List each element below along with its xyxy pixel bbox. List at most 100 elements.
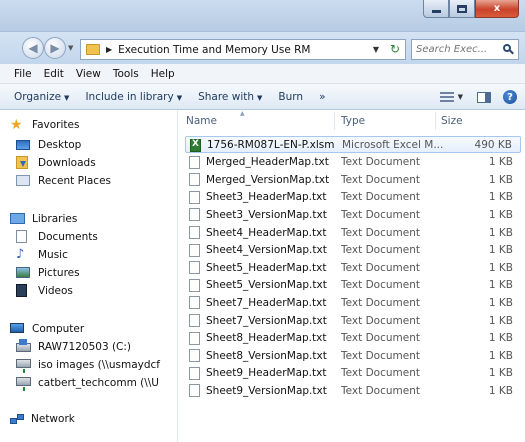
nav-downloads[interactable]: Downloads <box>16 154 96 172</box>
maximize-button[interactable] <box>449 0 475 18</box>
nav-desktop-label: Desktop <box>38 139 82 151</box>
text-file-icon <box>189 331 200 345</box>
chevron-down-icon: ▼ <box>257 93 263 102</box>
forward-button[interactable]: ▶ <box>44 37 66 59</box>
nav-iso-images[interactable]: iso images (\\usmaydcf <box>16 356 160 374</box>
file-type: Text Document <box>341 279 420 292</box>
file-size: 1 KB <box>488 173 513 186</box>
desktop-icon <box>16 140 30 150</box>
close-button[interactable]: x <box>475 0 519 18</box>
minimize-icon <box>431 9 441 13</box>
back-button[interactable]: ◀ <box>22 37 44 59</box>
file-row[interactable]: 1756-RM087L-EN-P.xlsm Microsoft Excel M..… <box>185 136 521 153</box>
nav-libraries-label: Libraries <box>32 213 78 225</box>
menu-edit[interactable]: Edit <box>38 68 70 80</box>
file-row[interactable]: Sheet3_VersionMap.txt Text Document 1 KB <box>185 206 521 223</box>
more-commands-button[interactable]: » <box>311 91 333 103</box>
preview-pane-icon[interactable] <box>477 91 491 103</box>
nav-music[interactable]: ♪ Music <box>16 246 68 264</box>
videos-icon <box>16 284 27 297</box>
search-box[interactable] <box>411 39 519 60</box>
text-file-icon <box>189 190 200 204</box>
file-row[interactable]: Sheet7_VersionMap.txt Text Document 1 KB <box>185 312 521 329</box>
share-with-button[interactable]: Share with ▼ <box>190 91 270 103</box>
help-icon[interactable]: ? <box>503 90 517 104</box>
search-icon[interactable] <box>503 44 514 55</box>
command-bar: Organize ▼ Include in library ▼ Share with… <box>0 84 525 110</box>
nav-videos[interactable]: Videos <box>16 282 73 300</box>
nav-desktop[interactable]: Desktop <box>16 136 81 154</box>
search-input[interactable] <box>416 44 500 55</box>
file-name: Sheet8_HeaderMap.txt <box>206 332 327 345</box>
file-size: 1 KB <box>488 279 513 292</box>
column-header-name[interactable]: ▲ Name <box>186 110 334 132</box>
file-name: Sheet9_VersionMap.txt <box>206 384 327 397</box>
organize-button[interactable]: Organize ▼ <box>6 91 77 103</box>
file-type: Text Document <box>341 191 420 204</box>
nav-libraries[interactable]: Libraries <box>10 210 77 228</box>
file-row[interactable]: Sheet9_HeaderMap.txt Text Document 1 KB <box>185 365 521 382</box>
caption-buttons: x <box>423 0 519 18</box>
file-size: 1 KB <box>488 367 513 380</box>
address-dropdown-icon[interactable]: ▼ <box>373 45 379 54</box>
menu-view[interactable]: View <box>70 68 107 80</box>
file-type: Text Document <box>341 349 420 362</box>
nav-iso-images-label: iso images (\\usmaydcf <box>38 359 160 371</box>
refresh-icon[interactable]: ↻ <box>390 42 400 56</box>
chevron-down-icon: ▼ <box>64 93 70 102</box>
breadcrumb-arrow-icon[interactable]: ▶ <box>106 45 112 54</box>
nav-favorites[interactable]: ★ Favorites <box>10 116 79 134</box>
share-with-label: Share with <box>198 90 255 103</box>
file-name: Sheet4_HeaderMap.txt <box>206 226 327 239</box>
view-options-dropdown-icon[interactable]: ▼ <box>458 93 463 101</box>
nav-documents[interactable]: Documents <box>16 228 98 246</box>
file-type: Text Document <box>341 314 420 327</box>
file-size: 1 KB <box>488 191 513 204</box>
file-row[interactable]: Sheet8_VersionMap.txt Text Document 1 KB <box>185 347 521 364</box>
text-file-icon <box>189 226 200 239</box>
nav-recent-places[interactable]: Recent Places <box>16 172 111 190</box>
file-type: Text Document <box>341 384 420 397</box>
menu-tools[interactable]: Tools <box>107 68 145 80</box>
menu-file[interactable]: File <box>8 68 38 80</box>
nav-network[interactable]: Network <box>10 410 75 428</box>
file-name: Sheet4_VersionMap.txt <box>206 244 327 257</box>
change-view-icon[interactable] <box>439 92 454 102</box>
file-size: 1 KB <box>488 296 513 309</box>
address-bar[interactable]: ▶ Execution Time and Memory Use RM ▼ ↻ <box>80 39 406 60</box>
file-row[interactable]: Merged_HeaderMap.txt Text Document 1 KB <box>185 154 521 171</box>
file-row[interactable]: Sheet3_HeaderMap.txt Text Document 1 KB <box>185 189 521 206</box>
nav-pictures[interactable]: Pictures <box>16 264 80 282</box>
burn-button[interactable]: Burn <box>270 91 311 103</box>
column-divider[interactable] <box>435 112 436 130</box>
include-in-library-label: Include in library <box>85 90 174 103</box>
file-row[interactable]: Sheet5_VersionMap.txt Text Document 1 KB <box>185 277 521 294</box>
file-size: 1 KB <box>488 314 513 327</box>
file-row[interactable]: Merged_VersionMap.txt Text Document 1 KB <box>185 171 521 188</box>
file-row[interactable]: Sheet8_HeaderMap.txt Text Document 1 KB <box>185 330 521 347</box>
file-size: 1 KB <box>488 244 513 257</box>
breadcrumb-current-folder[interactable]: Execution Time and Memory Use RM <box>118 44 310 56</box>
navigation-row: ◀ ▶ ▼ ▶ Execution Time and Memory Use RM… <box>0 32 525 64</box>
recent-places-icon <box>16 175 30 186</box>
menu-help[interactable]: Help <box>145 68 181 80</box>
nav-favorites-label: Favorites <box>32 119 80 131</box>
computer-icon <box>10 323 24 333</box>
include-in-library-button[interactable]: Include in library ▼ <box>77 91 190 103</box>
nav-drive-c[interactable]: RAW7120503 (C:) <box>16 338 131 356</box>
network-icon <box>10 413 25 425</box>
file-row[interactable]: Sheet4_VersionMap.txt Text Document 1 KB <box>185 242 521 259</box>
column-divider[interactable] <box>334 112 335 130</box>
minimize-button[interactable] <box>423 0 449 18</box>
file-row[interactable]: Sheet9_VersionMap.txt Text Document 1 KB <box>185 382 521 399</box>
file-row[interactable]: Sheet4_HeaderMap.txt Text Document 1 KB <box>185 224 521 241</box>
recent-pages-dropdown[interactable]: ▼ <box>68 44 73 52</box>
column-header-size[interactable]: Size <box>441 110 521 132</box>
column-size-label: Size <box>441 115 463 127</box>
column-header-type[interactable]: Type <box>341 110 441 132</box>
file-row[interactable]: Sheet5_HeaderMap.txt Text Document 1 KB <box>185 259 521 276</box>
file-row[interactable]: Sheet7_HeaderMap.txt Text Document 1 KB <box>185 294 521 311</box>
nav-catbert-techcomm[interactable]: catbert_techcomm (\\U <box>16 374 159 392</box>
nav-computer[interactable]: Computer <box>10 320 84 338</box>
file-size: 1 KB <box>488 349 513 362</box>
